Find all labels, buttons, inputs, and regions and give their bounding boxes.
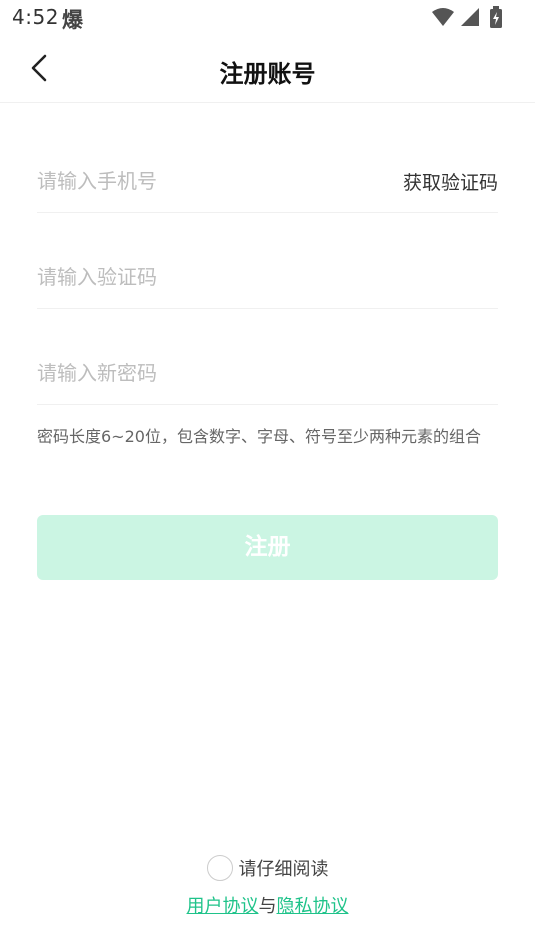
phone-field-row: 获取验证码 xyxy=(37,152,498,213)
read-carefully-label: 请仔细阅读 xyxy=(238,859,329,880)
password-hint: 密码长度6~20位，包含数字、字母、符号至少两种元素的组合 xyxy=(37,427,481,446)
get-code-button[interactable]: 获取验证码 xyxy=(403,168,498,195)
new-password-input[interactable] xyxy=(37,344,377,402)
phone-input[interactable] xyxy=(37,152,377,210)
code-field-row xyxy=(37,248,498,309)
status-time: 4:52 xyxy=(12,5,59,29)
wifi-icon xyxy=(432,8,454,26)
status-bar: 4:52 爆 xyxy=(0,0,535,36)
agreement-separator: 与 xyxy=(258,896,277,917)
password-field-row xyxy=(37,344,498,405)
privacy-agreement-link[interactable]: 隐私协议 xyxy=(277,896,349,917)
signal-icon xyxy=(461,8,479,26)
agreement-links: 用户协议与隐私协议 xyxy=(0,892,535,918)
agreement-row: 请仔细阅读 xyxy=(0,855,535,885)
app-header: 注册账号 xyxy=(0,36,535,103)
page-title: 注册账号 xyxy=(219,60,316,88)
agree-checkbox[interactable] xyxy=(206,855,233,881)
notification-icon: 爆 xyxy=(62,8,83,32)
verification-code-input[interactable] xyxy=(37,248,377,306)
register-button[interactable]: 注册 xyxy=(37,515,498,580)
battery-icon xyxy=(490,6,502,28)
user-agreement-link[interactable]: 用户协议 xyxy=(187,896,259,917)
